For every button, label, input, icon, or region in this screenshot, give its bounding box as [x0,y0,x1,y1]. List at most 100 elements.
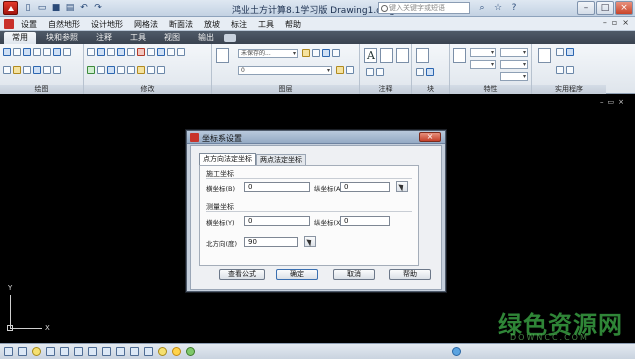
doc-minimize-icon[interactable]: – [603,18,607,27]
star-icon[interactable]: ☆ [492,2,504,14]
construction-pick-button[interactable] [396,181,408,192]
match-properties-icon[interactable] [453,48,466,63]
leader-icon[interactable] [376,68,384,76]
chamfer-icon[interactable] [137,66,145,74]
array-icon[interactable] [177,48,185,56]
tab-home[interactable]: 常用 [4,32,36,44]
tab-annotate[interactable]: 注释 [88,32,120,44]
tab-blocks-references[interactable]: 块和参照 [38,32,86,44]
point-icon[interactable] [33,66,41,74]
stretch-icon[interactable] [157,48,165,56]
layer-match-icon[interactable] [336,66,344,74]
panel-label-annotation[interactable]: 注释 [360,85,411,94]
print-icon[interactable]: ▤ [64,2,76,14]
lineweight-combo[interactable] [500,48,528,57]
copy-icon[interactable] [117,48,125,56]
offset-icon[interactable] [97,66,105,74]
north-direction-field[interactable]: 90 [244,237,298,247]
insert-block-icon[interactable] [416,48,429,63]
model-space-icon[interactable] [4,347,13,356]
mirror-icon[interactable] [127,48,135,56]
ribbon-toggle-icon[interactable] [224,34,236,42]
dynamic-input-icon[interactable] [130,347,139,356]
sun-icon[interactable] [172,347,181,356]
polar-icon[interactable] [88,347,97,356]
menu-item-settings[interactable]: 设置 [21,19,37,30]
tab-output[interactable]: 输出 [190,32,222,44]
survey-y-field[interactable]: 0 [340,216,390,226]
linetype-combo[interactable] [500,60,528,69]
region-icon[interactable] [23,66,31,74]
help-icon[interactable]: ? [508,2,520,14]
save-icon[interactable]: ■ [50,2,62,14]
panel-label-properties[interactable]: 特性 [450,85,531,94]
ortho-icon[interactable] [74,347,83,356]
layer-freeze-icon[interactable] [322,49,330,57]
layer-properties-icon[interactable] [216,48,229,63]
open-folder-icon[interactable]: ▭ [36,2,48,14]
panel-label-modify[interactable]: 修改 [84,85,211,94]
multileader-icon[interactable] [396,48,409,63]
create-block-icon[interactable] [416,68,424,76]
menu-item-design-terrain[interactable]: 设计地形 [91,19,123,30]
fillet-icon[interactable] [137,48,145,56]
dialog-title-bar[interactable]: 坐标系设置 × [187,131,445,144]
edit-block-icon[interactable] [426,68,434,76]
tab-view[interactable]: 视图 [156,32,188,44]
color-combo[interactable] [470,48,496,57]
doc-close-icon[interactable]: × [622,18,629,27]
erase-icon[interactable] [87,66,95,74]
minimize-icon[interactable]: – [577,1,595,15]
view-formula-button[interactable]: 查看公式 [219,269,265,280]
doc-restore-icon[interactable]: ▫ [612,18,617,27]
join-icon[interactable] [127,66,135,74]
viewport-minimize-icon[interactable]: – [600,98,604,106]
transparency-combo[interactable] [500,72,528,81]
id-point-icon[interactable] [566,48,574,56]
panel-label-block[interactable]: 块 [412,85,449,94]
dimension-icon[interactable] [380,48,393,63]
lightbulb-icon[interactable] [32,347,41,356]
list-combo[interactable] [470,60,496,69]
hatch-icon[interactable] [13,66,21,74]
help-button[interactable]: 帮助 [389,269,431,280]
workspace-icon[interactable] [452,347,461,356]
calculator-icon[interactable] [566,66,574,74]
table-insert-icon[interactable] [366,68,374,76]
panel-label-utilities[interactable]: 实用程序 [532,85,606,94]
search-icon[interactable]: ⌕ [476,2,488,14]
break-icon[interactable] [117,66,125,74]
viewport-close-icon[interactable]: × [618,98,624,106]
construction-y-field[interactable]: 0 [340,182,390,192]
menu-item-natural-terrain[interactable]: 自然地形 [48,19,80,30]
grid-icon[interactable] [60,347,69,356]
ok-button[interactable]: 确定 [276,269,318,280]
menu-item-help[interactable]: 帮助 [285,19,301,30]
app-menu-button[interactable] [3,1,18,15]
close-icon[interactable]: × [615,1,633,15]
redo-icon[interactable]: ↷ [92,2,104,14]
survey-x-field[interactable]: 0 [244,216,310,226]
ray-icon[interactable] [53,66,61,74]
search-input[interactable]: 键入关键字或短语 [378,2,470,14]
trim-icon[interactable] [107,48,115,56]
polygon-icon[interactable] [53,48,61,56]
menu-item-tools[interactable]: 工具 [258,19,274,30]
layer-unisolate-icon[interactable] [312,49,320,57]
align-icon[interactable] [157,66,165,74]
lengthen-icon[interactable] [147,66,155,74]
table-icon[interactable] [43,66,51,74]
circle-icon[interactable] [23,48,31,56]
scale-icon[interactable] [167,48,175,56]
extend-icon[interactable] [107,66,115,74]
move-icon[interactable] [87,48,95,56]
layer-combo[interactable]: 0 [238,66,332,75]
layer-isolate-icon[interactable] [302,49,310,57]
new-file-icon[interactable]: ▯ [22,2,34,14]
cancel-button[interactable]: 取消 [333,269,375,280]
viewport-restore-icon[interactable]: ▭ [608,98,615,106]
tab-point-direction[interactable]: 点方向法定坐标 [199,153,256,165]
ellipse-icon[interactable] [63,48,71,56]
lineweight-toggle-icon[interactable] [144,347,153,356]
tab-tools[interactable]: 工具 [122,32,154,44]
